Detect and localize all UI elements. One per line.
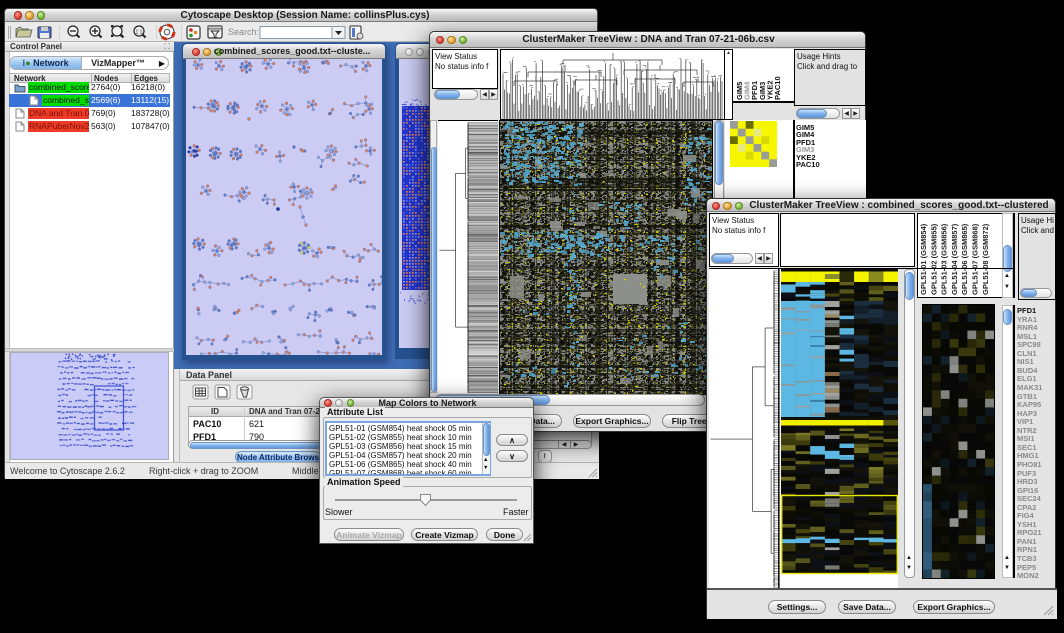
svg-text:GPL51-01 (GSM854): GPL51-01 (GSM854) [919,223,928,295]
svg-text:GPL51-02 (GSM855): GPL51-02 (GSM855) [929,223,938,295]
svg-text:GPL51-08 (GSM872): GPL51-08 (GSM872) [981,223,990,295]
svg-text:PAC10: PAC10 [773,76,782,100]
svg-text:GPL51-03 (GSM856): GPL51-03 (GSM856) [940,223,949,295]
svg-text:GPL51-04 (GSM857): GPL51-04 (GSM857) [950,223,959,295]
svg-text:GPL51-06 (GSM865): GPL51-06 (GSM865) [960,223,969,295]
svg-text:Search:: Search: [228,27,259,37]
svg-text:GPL51-07 (GSM868): GPL51-07 (GSM868) [971,223,980,295]
svg-text:1:1: 1:1 [136,30,143,36]
